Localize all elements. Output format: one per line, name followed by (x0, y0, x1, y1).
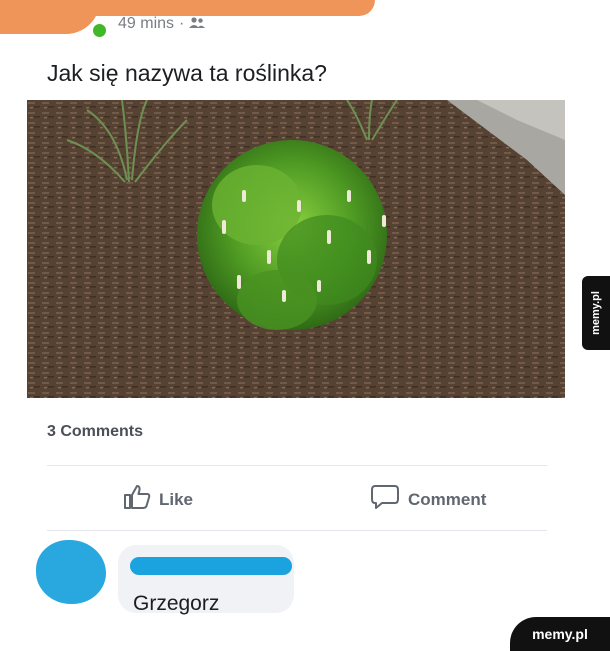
divider (47, 530, 547, 531)
divider (47, 465, 547, 466)
post-text: Jak się nazywa ta roślinka? (47, 60, 327, 86)
comments-count[interactable]: 3 Comments (47, 423, 143, 441)
comment-button[interactable]: Comment (370, 484, 486, 515)
comment-text: Grzegorz (133, 592, 220, 615)
side-watermark: memy.pl (582, 276, 610, 350)
friends-icon[interactable] (189, 16, 206, 32)
thumbs-up-icon (123, 484, 151, 515)
corner-watermark: memy.pl (510, 617, 610, 651)
meta-separator: · (179, 15, 185, 32)
commenter-name-redacted[interactable] (130, 557, 292, 575)
commenter-avatar-redacted[interactable] (36, 540, 106, 604)
like-label: Like (159, 489, 194, 509)
corner-watermark-text: memy.pl (532, 626, 588, 642)
post-meta: 49 mins · (118, 15, 206, 33)
post-time[interactable]: 49 mins (118, 15, 174, 33)
post-photo[interactable] (27, 100, 565, 398)
poster-name-redacted[interactable] (30, 0, 375, 16)
like-button[interactable]: Like (123, 484, 193, 515)
side-watermark-text: memy.pl (590, 291, 602, 335)
speech-bubble-icon (370, 484, 400, 515)
comment-label: Comment (408, 489, 487, 509)
online-status-dot (91, 22, 108, 39)
